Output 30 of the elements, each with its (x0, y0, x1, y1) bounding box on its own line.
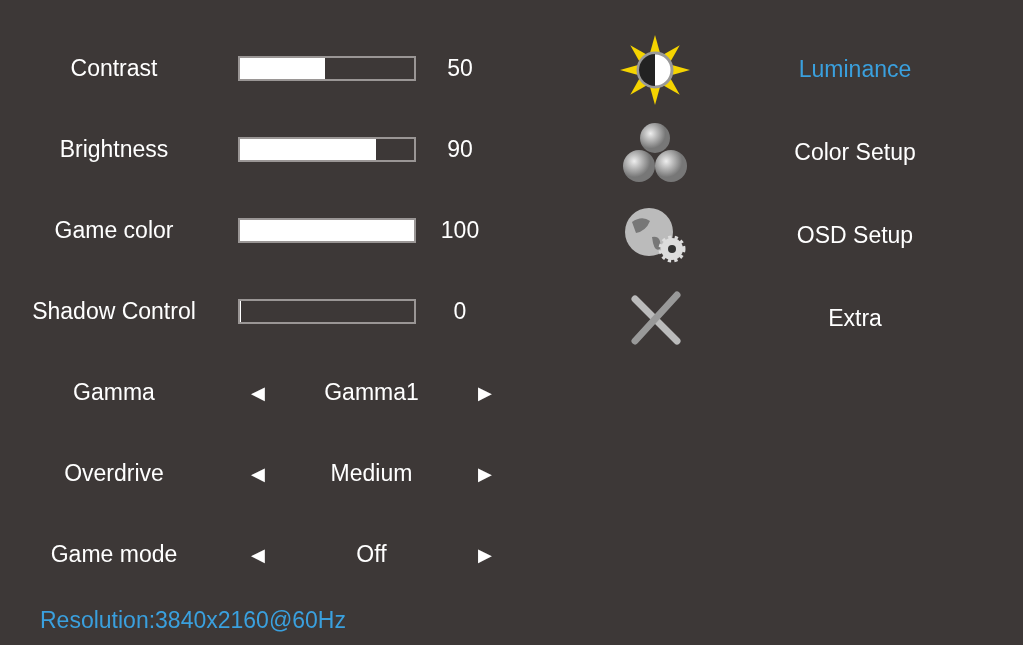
setting-label: Overdrive (63, 460, 165, 487)
spheres-icon (622, 121, 688, 184)
setting-value: 0 (452, 298, 468, 325)
setting-value: Medium (329, 460, 414, 487)
setting-label: Brightness (58, 136, 170, 163)
menu-item[interactable]: Color Setup (740, 139, 970, 166)
left-arrow-icon[interactable]: ◀ (233, 381, 283, 404)
setting-value: 50 (446, 55, 474, 82)
slider-track[interactable] (238, 299, 416, 324)
slider-track[interactable] (238, 137, 416, 162)
menu-item[interactable]: Luminance (740, 56, 970, 83)
setting-label: Gamma (72, 379, 156, 406)
setting-label: Shadow Control (31, 298, 197, 325)
right-arrow-icon[interactable]: ▶ (460, 381, 510, 404)
slider-track[interactable] (238, 56, 416, 81)
setting-value: 90 (446, 136, 474, 163)
menu-item[interactable]: Extra (740, 305, 970, 332)
setting-label: Game color (53, 217, 175, 244)
setting-value: Gamma1 (323, 379, 420, 406)
left-arrow-icon[interactable]: ◀ (233, 543, 283, 566)
left-arrow-icon[interactable]: ◀ (233, 462, 283, 485)
setting-value: 100 (439, 217, 481, 244)
setting-label: Contrast (69, 55, 159, 82)
setting-label: Game mode (49, 541, 179, 568)
resolution-text: Resolution:3840x2160@60Hz (40, 607, 347, 634)
globe-gear-icon (622, 206, 688, 265)
setting-value: Off (355, 541, 388, 568)
right-arrow-icon[interactable]: ▶ (460, 543, 510, 566)
right-arrow-icon[interactable]: ▶ (460, 462, 510, 485)
menu-item[interactable]: OSD Setup (740, 222, 970, 249)
